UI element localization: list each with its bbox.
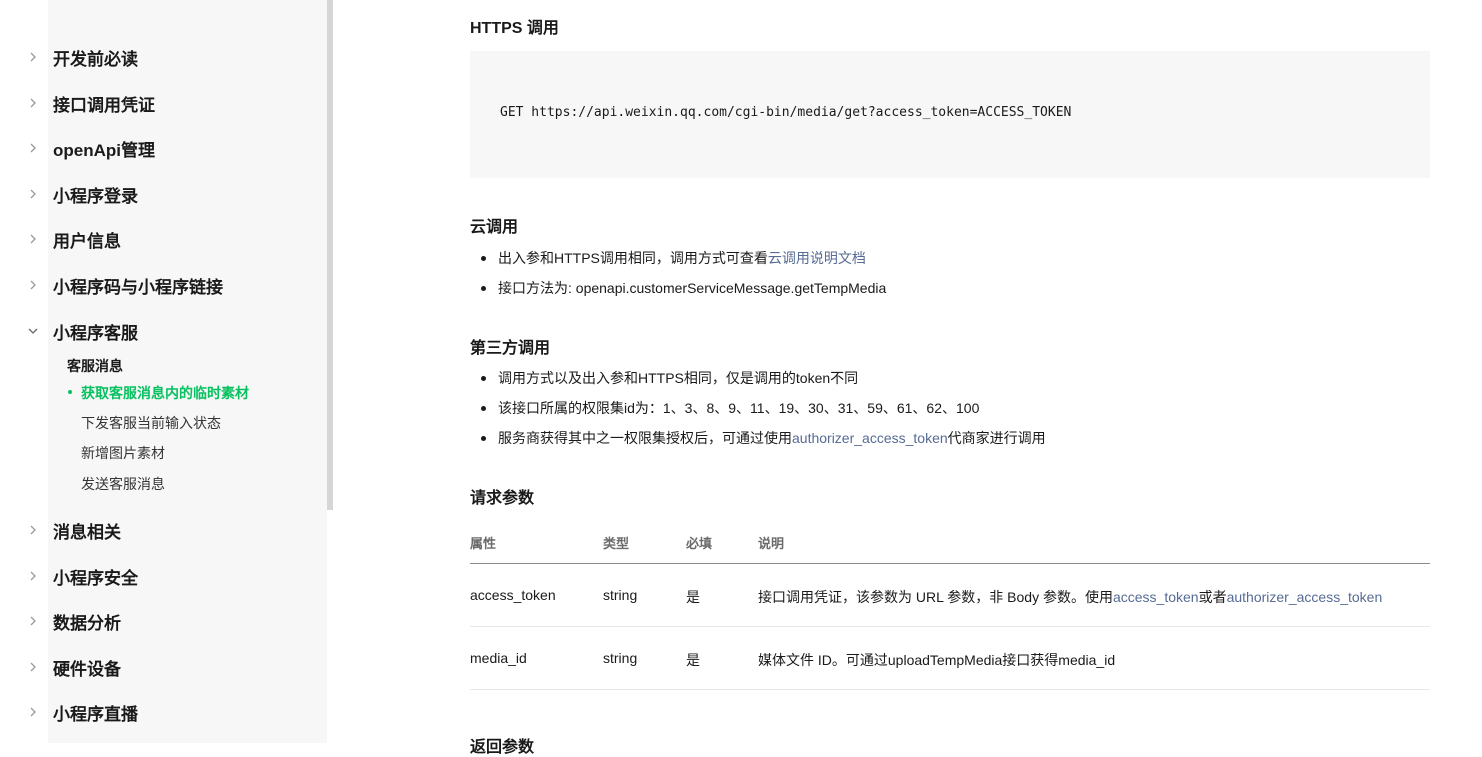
sidebar-subitem-label: 获取客服消息内的临时素材 xyxy=(81,385,249,401)
sidebar-subitem-send-message[interactable]: 发送客服消息 xyxy=(81,474,165,494)
sidebar-subitem-label: 新增图片素材 xyxy=(81,445,165,461)
code-block: GET https://api.weixin.qq.com/cgi-bin/me… xyxy=(470,51,1430,178)
param-desc: 接口调用凭证，该参数为 URL 参数，非 Body 参数。使用access_to… xyxy=(758,587,1382,607)
sidebar-item-live[interactable]: 小程序直播 xyxy=(0,697,300,727)
sidebar-item-dev-must-read[interactable]: 开发前必读 xyxy=(0,42,300,72)
return-params-heading: 返回参数 xyxy=(470,739,535,756)
chevron-right-icon xyxy=(26,232,40,246)
cloud-doc-link[interactable]: 云调用说明文档 xyxy=(768,250,866,266)
sidebar-group-label: 客服消息 xyxy=(67,358,123,374)
list-item: 该接口所属的权限集id为：1、3、8、9、11、19、30、31、59、61、6… xyxy=(470,393,1430,423)
list-item-text: 服务商获得其中之一权限集授权后，可通过使用 xyxy=(498,430,792,446)
chevron-right-icon xyxy=(26,278,40,292)
param-name: media_id xyxy=(470,650,527,666)
sidebar-item-label: 硬件设备 xyxy=(53,659,121,679)
sidebar-item-user-info[interactable]: 用户信息 xyxy=(0,224,300,254)
cloud-list: 出入参和HTTPS调用相同，调用方式可查看云调用说明文档 接口方法为: open… xyxy=(470,243,1430,303)
params-table: 属性 类型 必填 说明 access_token string 是 接口调用凭证… xyxy=(470,523,1430,690)
chevron-right-icon xyxy=(26,660,40,674)
chevron-right-icon xyxy=(26,523,40,537)
https-heading: HTTPS 调用 xyxy=(470,20,559,37)
header-cell: 说明 xyxy=(758,536,785,551)
header-cell: 属性 xyxy=(470,536,497,551)
chevron-right-icon xyxy=(26,705,40,719)
list-item: 调用方式以及出入参和HTTPS相同，仅是调用的token不同 xyxy=(470,363,1430,393)
sidebar-item-messages[interactable]: 消息相关 xyxy=(0,515,300,545)
list-item-text: 出入参和HTTPS调用相同，调用方式可查看 xyxy=(498,250,768,266)
sidebar-item-openapi[interactable]: openApi管理 xyxy=(0,133,300,163)
sidebar-item-label: 消息相关 xyxy=(53,522,121,542)
active-dot-icon xyxy=(68,390,72,394)
params-heading: 请求参数 xyxy=(470,490,535,507)
param-required: 是 xyxy=(686,589,700,605)
authorizer-token-link[interactable]: authorizer_access_token xyxy=(792,430,948,446)
list-item-text: 代商家进行调用 xyxy=(947,430,1046,446)
request-line: GET https://api.weixin.qq.com/cgi-bin/me… xyxy=(500,105,1072,120)
access-token-link[interactable]: access_token xyxy=(1113,589,1199,605)
sidebar-item-analytics[interactable]: 数据分析 xyxy=(0,606,300,636)
sidebar-subitem-upload-image[interactable]: 新增图片素材 xyxy=(81,443,165,463)
sidebar-subitem-typing-status[interactable]: 下发客服当前输入状态 xyxy=(81,413,221,433)
sidebar-item-label: openApi管理 xyxy=(53,140,155,160)
chevron-right-icon xyxy=(26,50,40,64)
third-party-heading: 第三方调用 xyxy=(470,340,551,357)
sidebar-item-label: 用户信息 xyxy=(53,231,121,251)
sidebar-item-label: 小程序直播 xyxy=(53,704,138,724)
chevron-right-icon xyxy=(26,187,40,201)
desc-text: 接口调用凭证，该参数为 URL 参数，非 Body 参数。使用 xyxy=(758,589,1113,605)
sidebar: 开发前必读 接口调用凭证 openApi管理 小程序登录 用户信息 小程序码与小… xyxy=(0,0,327,743)
sidebar-item-label: 小程序码与小程序链接 xyxy=(53,277,223,297)
chevron-down-icon xyxy=(26,324,40,338)
chevron-right-icon xyxy=(26,141,40,155)
list-item: 服务商获得其中之一权限集授权后，可通过使用authorizer_access_t… xyxy=(470,423,1430,453)
sidebar-item-hardware[interactable]: 硬件设备 xyxy=(0,652,300,682)
chevron-right-icon xyxy=(26,96,40,110)
header-cell: 必填 xyxy=(686,536,713,551)
sidebar-item-label: 小程序登录 xyxy=(53,186,138,206)
sidebar-item-label: 数据分析 xyxy=(53,613,121,633)
sidebar-item-access-credential[interactable]: 接口调用凭证 xyxy=(0,88,300,118)
table-row: media_id string 是 媒体文件 ID。可通过uploadTempM… xyxy=(470,627,1430,690)
header-cell: 类型 xyxy=(603,536,630,551)
list-item: 出入参和HTTPS调用相同，调用方式可查看云调用说明文档 xyxy=(470,243,1430,273)
sidebar-subitem-get-temp-media[interactable]: 获取客服消息内的临时素材 xyxy=(68,383,249,403)
list-item: 接口方法为: openapi.customerServiceMessage.ge… xyxy=(470,273,1430,303)
param-required: 是 xyxy=(686,652,700,668)
sidebar-item-security[interactable]: 小程序安全 xyxy=(0,561,300,591)
table-header: 属性 类型 必填 说明 xyxy=(470,523,1430,564)
sidebar-scrollbar[interactable] xyxy=(327,0,333,510)
sidebar-item-qrcode-link[interactable]: 小程序码与小程序链接 xyxy=(0,270,300,300)
sidebar-item-label: 开发前必读 xyxy=(53,49,138,69)
param-name: access_token xyxy=(470,587,556,603)
param-type: string xyxy=(603,587,638,603)
param-type: string xyxy=(603,650,638,666)
desc-text: 或者 xyxy=(1198,589,1227,605)
table-row: access_token string 是 接口调用凭证，该参数为 URL 参数… xyxy=(470,564,1430,627)
sidebar-subitem-label: 发送客服消息 xyxy=(81,476,165,492)
chevron-right-icon xyxy=(26,614,40,628)
cloud-heading: 云调用 xyxy=(470,219,519,236)
param-desc: 媒体文件 ID。可通过uploadTempMedia接口获得media_id xyxy=(758,652,1116,668)
sidebar-item-label: 接口调用凭证 xyxy=(53,95,155,115)
sidebar-item-customer-service[interactable]: 小程序客服 xyxy=(0,316,300,346)
sidebar-item-label: 小程序安全 xyxy=(53,568,138,588)
sidebar-subitem-label: 下发客服当前输入状态 xyxy=(81,415,221,431)
sidebar-item-login[interactable]: 小程序登录 xyxy=(0,179,300,209)
chevron-right-icon xyxy=(26,569,40,583)
sidebar-item-label: 小程序客服 xyxy=(53,323,138,343)
third-party-list: 调用方式以及出入参和HTTPS相同，仅是调用的token不同 该接口所属的权限集… xyxy=(470,363,1430,453)
authorizer-token-link[interactable]: authorizer_access_token xyxy=(1227,589,1383,605)
